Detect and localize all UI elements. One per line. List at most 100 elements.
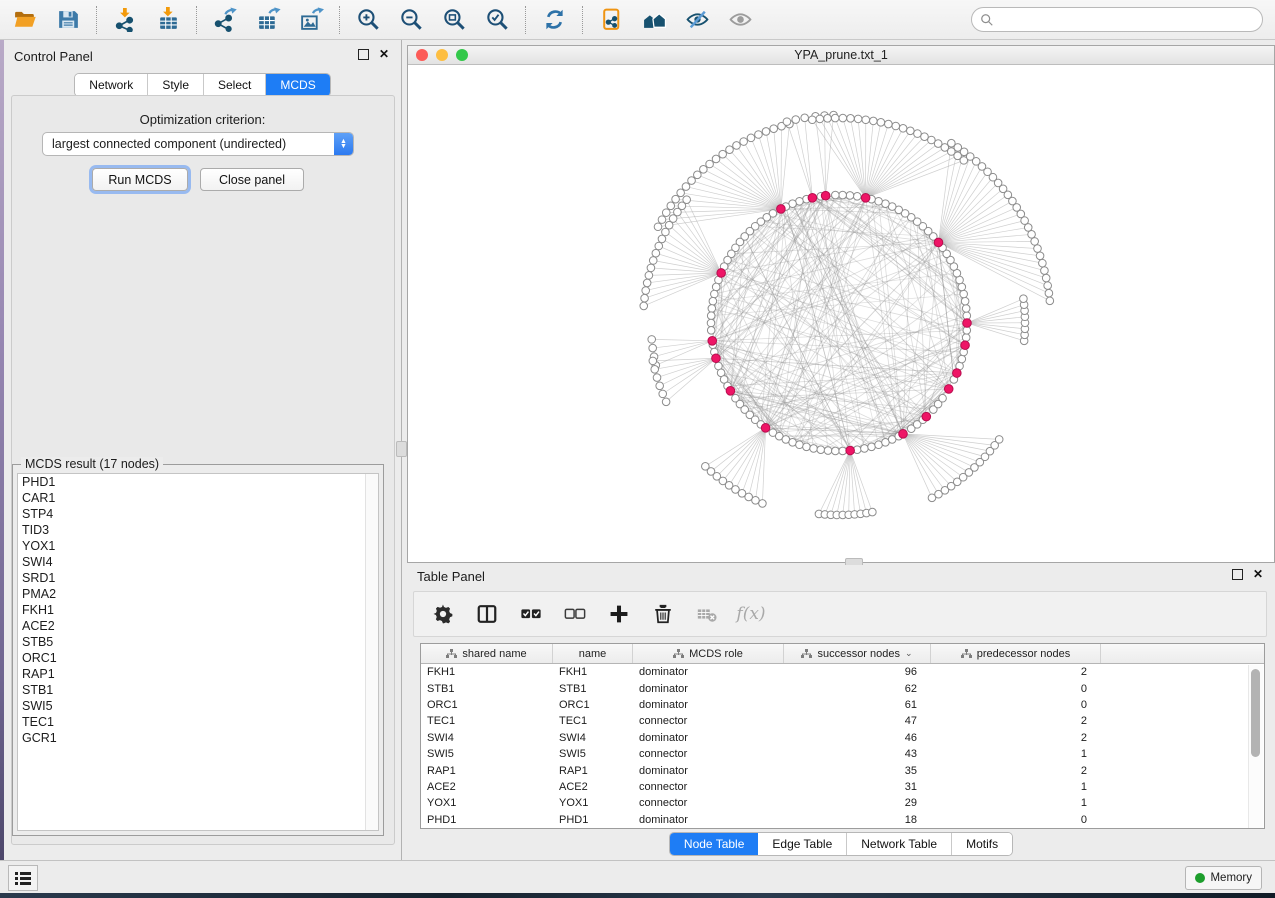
hide-selected-icon[interactable] [680,5,714,35]
first-neighbors-icon[interactable] [637,5,671,35]
mcds-result-item[interactable]: SWI4 [18,554,378,570]
export-network-icon[interactable] [208,5,242,35]
cell-MCDS-role[interactable]: connector [633,715,784,727]
cell-shared-name[interactable]: ACE2 [421,781,553,793]
cell-successor-nodes[interactable]: 31 [784,781,931,793]
cell-MCDS-role[interactable]: connector [633,748,784,760]
mcds-result-item[interactable]: SWI5 [18,698,378,714]
mcds-result-item[interactable]: FKH1 [18,602,378,618]
cell-successor-nodes[interactable]: 96 [784,666,931,678]
tab-network[interactable]: Network [75,74,148,96]
tab-select[interactable]: Select [204,74,266,96]
cell-shared-name[interactable]: FKH1 [421,666,553,678]
open-file-icon[interactable] [8,5,42,35]
cell-shared-name[interactable]: RAP1 [421,765,553,777]
mcds-result-item[interactable]: SRD1 [18,570,378,586]
save-session-icon[interactable] [51,5,85,35]
float-panel-icon[interactable] [358,49,369,60]
cell-shared-name[interactable]: YOX1 [421,797,553,809]
cell-name[interactable]: TEC1 [553,715,633,727]
cell-name[interactable]: SWI4 [553,732,633,744]
zoom-out-icon[interactable] [394,5,428,35]
table-row[interactable]: RAP1RAP1dominator352 [421,762,1264,778]
cell-predecessor-nodes[interactable]: 0 [931,814,1101,826]
tab-edge-table[interactable]: Edge Table [758,833,847,855]
cell-MCDS-role[interactable]: dominator [633,683,784,695]
mcds-result-item[interactable]: STP4 [18,506,378,522]
cell-successor-nodes[interactable]: 62 [784,683,931,695]
mcds-result-item[interactable]: STB1 [18,682,378,698]
search-input[interactable] [994,9,1262,31]
cell-successor-nodes[interactable]: 47 [784,715,931,727]
export-table-icon[interactable] [251,5,285,35]
search-box[interactable] [971,7,1263,32]
cell-shared-name[interactable]: PHD1 [421,814,553,826]
table-scrollbar-thumb[interactable] [1251,669,1260,757]
select-all-icon[interactable] [518,601,544,627]
table-row[interactable]: ORC1ORC1dominator610 [421,697,1264,713]
cell-successor-nodes[interactable]: 43 [784,748,931,760]
close-table-panel-icon[interactable]: ✕ [1253,570,1263,579]
table-row[interactable]: SWI4SWI4dominator462 [421,730,1264,746]
table-row[interactable]: FKH1FKH1dominator962 [421,664,1264,680]
apply-layout-icon[interactable] [537,5,571,35]
cell-shared-name[interactable]: SWI4 [421,732,553,744]
tab-motifs[interactable]: Motifs [952,833,1012,855]
cell-predecessor-nodes[interactable]: 1 [931,797,1101,809]
column-header-successor-nodes[interactable]: successor nodes⌄ [784,644,931,663]
mcds-result-item[interactable]: GCR1 [18,730,378,746]
cell-predecessor-nodes[interactable]: 2 [931,715,1101,727]
mcds-list-scrollbar[interactable] [365,474,378,830]
cell-successor-nodes[interactable]: 35 [784,765,931,777]
cell-name[interactable]: FKH1 [553,666,633,678]
cell-MCDS-role[interactable]: dominator [633,814,784,826]
mcds-result-item[interactable]: ORC1 [18,650,378,666]
cell-MCDS-role[interactable]: connector [633,781,784,793]
cell-predecessor-nodes[interactable]: 0 [931,699,1101,711]
cell-name[interactable]: PHD1 [553,814,633,826]
cell-predecessor-nodes[interactable]: 1 [931,748,1101,760]
float-table-panel-icon[interactable] [1232,569,1243,580]
table-row[interactable]: TEC1TEC1connector472 [421,713,1264,729]
table-row[interactable]: YOX1YOX1connector291 [421,795,1264,811]
mcds-result-item[interactable]: PHD1 [18,474,378,490]
zoom-selected-icon[interactable] [480,5,514,35]
zoom-fit-icon[interactable] [437,5,471,35]
tab-style[interactable]: Style [148,74,204,96]
task-history-button[interactable] [8,865,38,891]
cell-successor-nodes[interactable]: 18 [784,814,931,826]
mcds-result-item[interactable]: CAR1 [18,490,378,506]
cell-predecessor-nodes[interactable]: 2 [931,732,1101,744]
cell-name[interactable]: RAP1 [553,765,633,777]
cell-predecessor-nodes[interactable]: 2 [931,765,1101,777]
table-row[interactable]: STB1STB1dominator620 [421,680,1264,696]
mcds-result-item[interactable]: RAP1 [18,666,378,682]
close-panel-button[interactable]: Close panel [200,168,304,191]
mcds-result-item[interactable]: PMA2 [18,586,378,602]
cell-successor-nodes[interactable]: 61 [784,699,931,711]
close-panel-icon[interactable]: ✕ [379,50,389,59]
table-row[interactable]: ACE2ACE2connector311 [421,779,1264,795]
gear-icon[interactable] [430,601,456,627]
table-row[interactable]: PHD1PHD1dominator180 [421,812,1264,828]
delete-icon[interactable] [650,601,676,627]
unselect-all-icon[interactable] [562,601,588,627]
new-network-from-selection-icon[interactable] [594,5,628,35]
import-table-icon[interactable] [151,5,185,35]
cell-shared-name[interactable]: STB1 [421,683,553,695]
mcds-result-item[interactable]: TID3 [18,522,378,538]
mcds-result-item[interactable]: TEC1 [18,714,378,730]
vertical-splitter-grip[interactable] [396,441,407,457]
add-icon[interactable] [606,601,632,627]
network-window-titlebar[interactable]: YPA_prune.txt_1 [408,46,1274,65]
mcds-result-item[interactable]: ACE2 [18,618,378,634]
cell-predecessor-nodes[interactable]: 0 [931,683,1101,695]
column-header-MCDS-role[interactable]: MCDS role [633,644,784,663]
cell-MCDS-role[interactable]: dominator [633,732,784,744]
export-image-icon[interactable] [294,5,328,35]
cell-MCDS-role[interactable]: connector [633,797,784,809]
network-canvas[interactable] [408,65,1274,562]
import-network-icon[interactable] [108,5,142,35]
cell-MCDS-role[interactable]: dominator [633,699,784,711]
cell-shared-name[interactable]: TEC1 [421,715,553,727]
